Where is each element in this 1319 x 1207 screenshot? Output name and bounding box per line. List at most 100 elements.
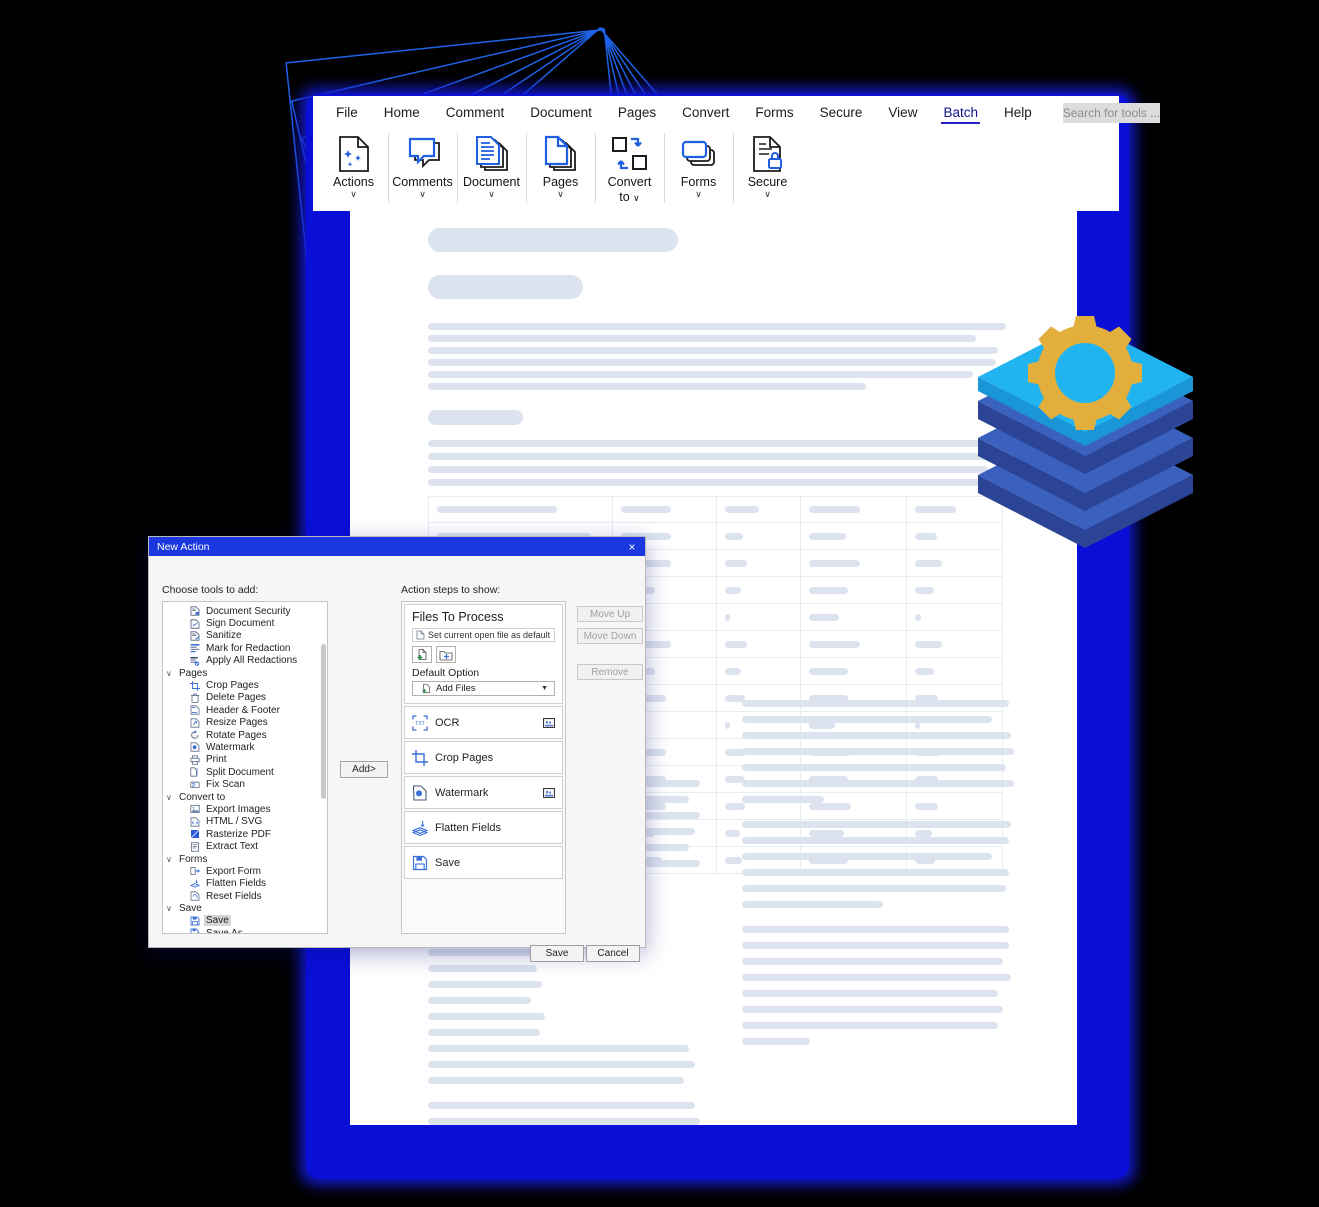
text-line-placeholder xyxy=(742,812,1014,821)
settings-badge-icon[interactable] xyxy=(543,787,555,798)
files-to-process-step[interactable]: Files To Process Set current open file a… xyxy=(404,604,563,704)
tree-item-crop-pages[interactable]: Crop Pages xyxy=(163,679,327,691)
tools-tree[interactable]: Document Security Sign Document Sanitize Ma… xyxy=(162,601,328,934)
remove-button[interactable]: Remove xyxy=(577,664,643,680)
text-line-placeholder xyxy=(428,949,545,956)
text-line-placeholder xyxy=(742,1072,1014,1081)
action-step-crop-pages[interactable]: Crop Pages xyxy=(404,741,563,774)
ribbon-group-comments[interactable]: Comments ∨ xyxy=(388,129,457,209)
menu-item-pages[interactable]: Pages xyxy=(605,102,669,123)
dialog-cancel-button[interactable]: Cancel xyxy=(586,945,640,962)
tree-item-document-security[interactable]: Document Security xyxy=(163,605,327,617)
set-default-file-row[interactable]: Set current open file as default xyxy=(412,628,555,642)
text-line-placeholder xyxy=(742,1006,1003,1013)
tree-item-reset-fields[interactable]: Reset Fields xyxy=(163,890,327,902)
chevron-down-icon[interactable]: ∨ xyxy=(764,189,771,199)
dialog-save-button[interactable]: Save xyxy=(530,945,584,962)
new-action-dialog: New Action × Choose tools to add: Action… xyxy=(148,536,646,962)
tree-group-convert-to[interactable]: ∨ Convert to xyxy=(163,791,327,803)
add-button[interactable]: Add> xyxy=(340,761,388,778)
tree-item-sanitize[interactable]: Sanitize xyxy=(163,630,327,642)
action-step-save[interactable]: Save xyxy=(404,846,563,879)
move-up-button[interactable]: Move Up xyxy=(577,606,643,622)
tree-item-extract-text[interactable]: Extract Text xyxy=(163,840,327,852)
tree-item-print[interactable]: Print xyxy=(163,754,327,766)
chevron-down-icon[interactable]: ∨ xyxy=(166,669,177,678)
sign-document-icon xyxy=(189,618,200,629)
table-cell xyxy=(801,550,907,576)
tree-item-label: Convert to xyxy=(179,791,226,803)
text-line-placeholder xyxy=(742,716,992,723)
ribbon-group-pages[interactable]: Pages ∨ xyxy=(526,129,595,209)
menu-item-help[interactable]: Help xyxy=(991,102,1045,123)
add-folder-icon[interactable] xyxy=(436,646,456,663)
chevron-down-icon[interactable]: ∨ xyxy=(488,189,495,199)
search-input[interactable]: Search for tools ... xyxy=(1062,102,1161,123)
ribbon-group-document[interactable]: Document ∨ xyxy=(457,129,526,209)
document-security-icon xyxy=(189,606,200,617)
tree-item-export-form[interactable]: Export Form xyxy=(163,865,327,877)
tree-scrollbar[interactable] xyxy=(321,644,326,799)
add-file-icon[interactable] xyxy=(412,646,432,663)
chevron-down-icon[interactable]: ∨ xyxy=(557,189,564,199)
tree-item-mark-for-redaction[interactable]: Mark for Redaction xyxy=(163,642,327,654)
move-down-button[interactable]: Move Down xyxy=(577,628,643,644)
action-step-flatten-fields[interactable]: Flatten Fields xyxy=(404,811,563,844)
tree-item-watermark[interactable]: Watermark xyxy=(163,741,327,753)
tree-item-save-as[interactable]: Save As... xyxy=(163,927,327,933)
text-line-placeholder xyxy=(428,965,537,972)
tree-item-sign-document[interactable]: Sign Document xyxy=(163,617,327,629)
tree-item-fix-scan[interactable]: Fix Scan xyxy=(163,778,327,790)
menu-item-convert[interactable]: Convert xyxy=(669,102,742,123)
tree-group-pages[interactable]: ∨ Pages xyxy=(163,667,327,679)
tree-item-label: Sign Document xyxy=(206,618,275,630)
add-file-small-icon xyxy=(422,683,430,694)
tree-item-resize-pages[interactable]: Resize Pages xyxy=(163,717,327,729)
tree-item-split-document[interactable]: Split Document xyxy=(163,766,327,778)
chevron-down-icon[interactable]: ∨ xyxy=(166,904,177,913)
flatten-fields-icon xyxy=(412,820,428,836)
close-icon[interactable]: × xyxy=(619,540,645,554)
extract-text-icon xyxy=(189,841,200,852)
chevron-down-icon[interactable]: ∨ xyxy=(166,855,177,864)
batch-layers-gear-graphic xyxy=(978,316,1193,548)
table-cell xyxy=(717,658,801,684)
dialog-title-text: New Action xyxy=(157,540,210,553)
default-option-select[interactable]: Add Files ▼ xyxy=(412,681,555,696)
tree-item-flatten-fields[interactable]: Flatten Fields xyxy=(163,878,327,890)
ribbon-group-actions[interactable]: Actions ∨ xyxy=(319,129,388,209)
ribbon-group-secure[interactable]: Secure ∨ xyxy=(733,129,802,209)
menu-item-comment[interactable]: Comment xyxy=(433,102,518,123)
tree-item-save[interactable]: Save xyxy=(163,915,327,927)
tree-item-apply-all-redactions[interactable]: Apply All Redactions xyxy=(163,655,327,667)
rotate-pages-icon xyxy=(189,730,200,741)
menu-item-secure[interactable]: Secure xyxy=(807,102,876,123)
tree-item-rasterize-pdf[interactable]: Rasterize PDF xyxy=(163,828,327,840)
chevron-down-icon[interactable]: ∨ xyxy=(166,793,177,802)
tree-item-export-images[interactable]: Export Images xyxy=(163,803,327,815)
menu-item-home[interactable]: Home xyxy=(371,102,433,123)
chevron-down-icon[interactable]: ∨ xyxy=(419,189,426,199)
menu-item-batch[interactable]: Batch xyxy=(930,102,991,124)
tree-group-forms[interactable]: ∨ Forms xyxy=(163,853,327,865)
menu-item-forms[interactable]: Forms xyxy=(742,102,806,123)
ribbon-group-convert[interactable]: Convert to ∨ xyxy=(595,129,664,209)
settings-badge-icon[interactable] xyxy=(543,717,555,728)
tree-item-header-footer[interactable]: Header & Footer xyxy=(163,704,327,716)
gear-icon xyxy=(1028,316,1142,430)
chevron-down-icon[interactable]: ∨ xyxy=(350,189,357,199)
menu-item-view[interactable]: View xyxy=(875,102,930,123)
menu-bar: File Home Comment Document Pages Convert Forms… xyxy=(313,96,1161,129)
tree-item-delete-pages[interactable]: Delete Pages xyxy=(163,692,327,704)
action-step-label: Flatten Fields xyxy=(435,821,502,834)
tree-item-rotate-pages[interactable]: Rotate Pages xyxy=(163,729,327,741)
ribbon-group-forms[interactable]: Forms ∨ xyxy=(664,129,733,209)
chevron-down-icon[interactable]: ∨ xyxy=(695,189,702,199)
tree-item-html-svg[interactable]: HTML / SVG xyxy=(163,816,327,828)
action-step-watermark[interactable]: Watermark xyxy=(404,776,563,809)
menu-item-file[interactable]: File xyxy=(323,102,371,123)
chevron-down-icon[interactable]: ▼ xyxy=(541,685,548,692)
tree-group-save[interactable]: ∨ Save xyxy=(163,902,327,914)
action-step-ocr[interactable]: TXT OCR xyxy=(404,706,563,739)
menu-item-document[interactable]: Document xyxy=(517,102,605,123)
